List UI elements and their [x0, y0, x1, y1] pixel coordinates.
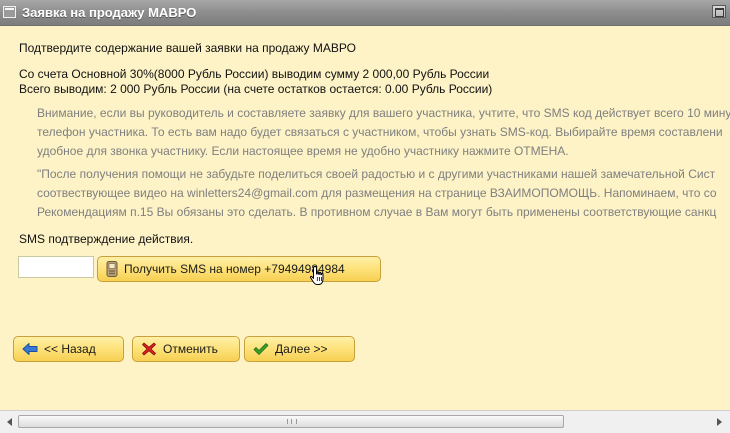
window-icon	[3, 6, 16, 18]
red-x-icon	[141, 341, 157, 357]
notice-paragraph-1: Внимание, если вы руководитель и составл…	[37, 104, 730, 161]
hand-cursor-icon	[309, 265, 327, 290]
notice-line: телефон участника. То есть вам надо буде…	[37, 125, 723, 139]
phone-icon	[106, 261, 118, 277]
summary-line-2: Всего выводим: 2 000 Рубль России (на сч…	[19, 82, 493, 96]
back-arrow-icon	[22, 342, 38, 356]
confirm-heading: Подтвердите содержание вашей заявки на п…	[19, 41, 356, 55]
next-button[interactable]: Далее >>	[244, 336, 355, 362]
scroll-left-icon[interactable]	[3, 415, 16, 428]
horizontal-scrollbar[interactable]	[0, 410, 730, 433]
cancel-button[interactable]: Отменить	[132, 336, 240, 362]
green-check-icon	[253, 342, 269, 356]
sms-label: SMS подтверждение действия.	[19, 232, 194, 246]
notice-line: удобное для звонка участнику. Если насто…	[37, 144, 569, 158]
notice-line: "После получения помощи не забудьте поде…	[37, 167, 716, 181]
sms-code-input[interactable]	[18, 256, 94, 278]
window-titlebar[interactable]: Заявка на продажу МАВРО	[0, 0, 730, 26]
notice-line: Внимание, если вы руководитель и составл…	[37, 106, 730, 120]
next-button-label: Далее >>	[275, 342, 328, 356]
cancel-button-label: Отменить	[163, 342, 218, 356]
scrollbar-thumb[interactable]	[18, 415, 564, 428]
back-button-label: << Назад	[44, 342, 96, 356]
maximize-icon[interactable]	[712, 5, 726, 18]
get-sms-button[interactable]: Получить SMS на номер +79494984984	[97, 256, 381, 282]
dialog-content: Подтвердите содержание вашей заявки на п…	[0, 27, 730, 410]
back-button[interactable]: << Назад	[13, 336, 124, 362]
window-title: Заявка на продажу МАВРО	[22, 5, 197, 20]
scrollbar-grip-icon	[287, 419, 297, 424]
notice-paragraph-2: "После получения помощи не забудьте поде…	[37, 165, 717, 222]
notice-line: соотвествующее видео на winletters24@gma…	[37, 186, 717, 200]
notice-line: Рекомендациям п.15 Вы обязаны это сделат…	[37, 205, 717, 219]
summary-line-1: Со счета Основной 30%(8000 Рубль России)…	[19, 67, 490, 81]
scroll-right-icon[interactable]	[712, 415, 725, 428]
